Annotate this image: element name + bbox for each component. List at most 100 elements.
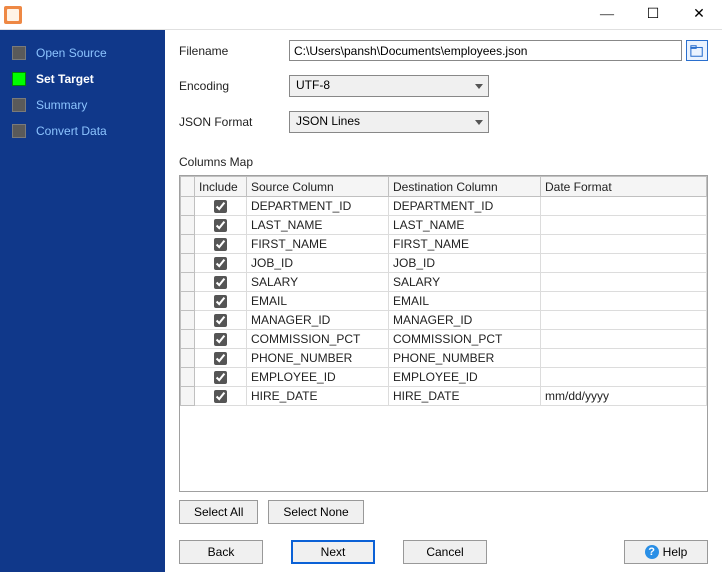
select-none-button[interactable]: Select None xyxy=(268,500,363,524)
sidebar-item-open-source[interactable]: Open Source xyxy=(0,40,165,66)
cancel-button[interactable]: Cancel xyxy=(403,540,487,564)
columns-table: Include Source Column Destination Column… xyxy=(180,176,707,406)
source-column-cell[interactable]: SALARY xyxy=(247,273,389,292)
date-format-cell[interactable] xyxy=(541,292,707,311)
header-date-format[interactable]: Date Format xyxy=(541,177,707,197)
source-column-cell[interactable]: PHONE_NUMBER xyxy=(247,349,389,368)
json-format-select[interactable]: JSON Lines xyxy=(289,111,489,133)
filename-input[interactable] xyxy=(289,40,682,61)
browse-button[interactable] xyxy=(686,40,708,61)
include-cell xyxy=(195,254,247,273)
include-cell xyxy=(195,311,247,330)
date-format-cell[interactable] xyxy=(541,254,707,273)
source-column-cell[interactable]: LAST_NAME xyxy=(247,216,389,235)
row-handle[interactable] xyxy=(181,349,195,368)
include-cell xyxy=(195,368,247,387)
destination-column-cell[interactable]: DEPARTMENT_ID xyxy=(389,197,541,216)
source-column-cell[interactable]: EMAIL xyxy=(247,292,389,311)
include-checkbox[interactable] xyxy=(214,295,227,308)
row-handle[interactable] xyxy=(181,330,195,349)
destination-column-cell[interactable]: FIRST_NAME xyxy=(389,235,541,254)
folder-open-icon xyxy=(690,44,704,58)
table-row[interactable]: EMPLOYEE_IDEMPLOYEE_ID xyxy=(181,368,707,387)
destination-column-cell[interactable]: JOB_ID xyxy=(389,254,541,273)
row-handle[interactable] xyxy=(181,368,195,387)
row-handle[interactable] xyxy=(181,387,195,406)
table-row[interactable]: SALARYSALARY xyxy=(181,273,707,292)
content-pane: Filename Encoding UTF-8 JSON Format JSON… xyxy=(165,30,722,572)
include-checkbox[interactable] xyxy=(214,314,227,327)
sidebar-item-convert-data[interactable]: Convert Data xyxy=(0,118,165,144)
include-checkbox[interactable] xyxy=(214,200,227,213)
table-row[interactable]: LAST_NAMELAST_NAME xyxy=(181,216,707,235)
sidebar-item-label: Set Target xyxy=(36,72,94,86)
sidebar-item-summary[interactable]: Summary xyxy=(0,92,165,118)
app-icon xyxy=(4,6,22,24)
json-format-label: JSON Format xyxy=(179,115,289,129)
date-format-cell[interactable] xyxy=(541,197,707,216)
close-button[interactable]: ✕ xyxy=(676,0,722,30)
include-checkbox[interactable] xyxy=(214,352,227,365)
row-handle[interactable] xyxy=(181,311,195,330)
row-handle[interactable] xyxy=(181,235,195,254)
header-include[interactable]: Include xyxy=(195,177,247,197)
table-row[interactable]: FIRST_NAMEFIRST_NAME xyxy=(181,235,707,254)
back-button[interactable]: Back xyxy=(179,540,263,564)
include-checkbox[interactable] xyxy=(214,257,227,270)
destination-column-cell[interactable]: HIRE_DATE xyxy=(389,387,541,406)
select-all-button[interactable]: Select All xyxy=(179,500,258,524)
source-column-cell[interactable]: EMPLOYEE_ID xyxy=(247,368,389,387)
table-row[interactable]: EMAILEMAIL xyxy=(181,292,707,311)
date-format-cell[interactable]: mm/dd/yyyy xyxy=(541,387,707,406)
header-destination[interactable]: Destination Column xyxy=(389,177,541,197)
filename-label: Filename xyxy=(179,44,289,58)
table-row[interactable]: COMMISSION_PCTCOMMISSION_PCT xyxy=(181,330,707,349)
table-row[interactable]: HIRE_DATEHIRE_DATEmm/dd/yyyy xyxy=(181,387,707,406)
source-column-cell[interactable]: FIRST_NAME xyxy=(247,235,389,254)
encoding-select[interactable]: UTF-8 xyxy=(289,75,489,97)
destination-column-cell[interactable]: PHONE_NUMBER xyxy=(389,349,541,368)
nav-marker-icon xyxy=(12,124,26,138)
include-checkbox[interactable] xyxy=(214,238,227,251)
include-checkbox[interactable] xyxy=(214,371,227,384)
include-checkbox[interactable] xyxy=(214,276,227,289)
minimize-button[interactable]: — xyxy=(584,0,630,30)
header-source[interactable]: Source Column xyxy=(247,177,389,197)
next-button[interactable]: Next xyxy=(291,540,375,564)
destination-column-cell[interactable]: MANAGER_ID xyxy=(389,311,541,330)
row-handle[interactable] xyxy=(181,197,195,216)
table-row[interactable]: PHONE_NUMBERPHONE_NUMBER xyxy=(181,349,707,368)
date-format-cell[interactable] xyxy=(541,235,707,254)
row-handle[interactable] xyxy=(181,292,195,311)
maximize-button[interactable]: ☐ xyxy=(630,0,676,30)
destination-column-cell[interactable]: EMPLOYEE_ID xyxy=(389,368,541,387)
source-column-cell[interactable]: HIRE_DATE xyxy=(247,387,389,406)
date-format-cell[interactable] xyxy=(541,311,707,330)
date-format-cell[interactable] xyxy=(541,368,707,387)
source-column-cell[interactable]: JOB_ID xyxy=(247,254,389,273)
date-format-cell[interactable] xyxy=(541,216,707,235)
source-column-cell[interactable]: COMMISSION_PCT xyxy=(247,330,389,349)
row-handle[interactable] xyxy=(181,254,195,273)
sidebar-item-set-target[interactable]: Set Target xyxy=(0,66,165,92)
destination-column-cell[interactable]: EMAIL xyxy=(389,292,541,311)
include-cell xyxy=(195,216,247,235)
row-handle[interactable] xyxy=(181,273,195,292)
destination-column-cell[interactable]: COMMISSION_PCT xyxy=(389,330,541,349)
table-row[interactable]: DEPARTMENT_IDDEPARTMENT_ID xyxy=(181,197,707,216)
include-checkbox[interactable] xyxy=(214,333,227,346)
date-format-cell[interactable] xyxy=(541,330,707,349)
include-checkbox[interactable] xyxy=(214,219,227,232)
row-handle[interactable] xyxy=(181,216,195,235)
date-format-cell[interactable] xyxy=(541,273,707,292)
destination-column-cell[interactable]: LAST_NAME xyxy=(389,216,541,235)
date-format-cell[interactable] xyxy=(541,349,707,368)
help-button[interactable]: ? Help xyxy=(624,540,708,564)
sidebar-item-label: Convert Data xyxy=(36,124,107,138)
include-checkbox[interactable] xyxy=(214,390,227,403)
table-row[interactable]: MANAGER_IDMANAGER_ID xyxy=(181,311,707,330)
source-column-cell[interactable]: MANAGER_ID xyxy=(247,311,389,330)
destination-column-cell[interactable]: SALARY xyxy=(389,273,541,292)
source-column-cell[interactable]: DEPARTMENT_ID xyxy=(247,197,389,216)
table-row[interactable]: JOB_IDJOB_ID xyxy=(181,254,707,273)
